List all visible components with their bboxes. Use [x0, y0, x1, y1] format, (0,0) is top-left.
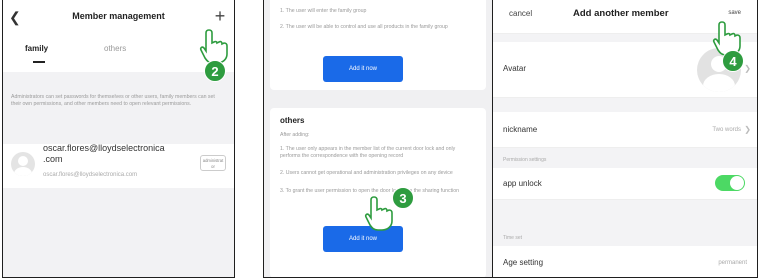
page-title: Member management: [72, 11, 165, 21]
empty-area: [3, 188, 234, 277]
age-setting-row[interactable]: Age setting permanent: [493, 246, 757, 277]
add-family-member-button[interactable]: Add it now: [323, 56, 403, 82]
age-setting-value: permanent: [718, 260, 747, 266]
avatar: [11, 152, 35, 176]
role-badge: administrat or: [200, 155, 226, 171]
active-tab-indicator: [33, 61, 45, 63]
step-badge: 4: [722, 50, 744, 72]
others-subtitle: After adding:: [280, 132, 310, 138]
hand-pointer-icon: [364, 196, 393, 231]
others-text-2: 2. Users cannot get operational and admi…: [280, 170, 453, 176]
step-badge: 3: [392, 187, 414, 209]
cancel-button[interactable]: cancel: [509, 9, 532, 18]
admin-note: Administrators can set passwords for the…: [3, 94, 234, 134]
age-setting-label: Age setting: [503, 258, 544, 267]
chevron-right-icon: ❯: [744, 64, 751, 73]
app-unlock-row: app unlock: [493, 168, 757, 200]
save-button[interactable]: save: [728, 10, 741, 16]
avatar-label: Avatar: [503, 64, 526, 73]
add-member-type-screen: 1. The user will enter the family group …: [263, 0, 493, 278]
nickname-row[interactable]: nickname Two words ❯: [493, 112, 757, 148]
page-title: Add another member: [573, 8, 669, 19]
others-card: others After adding: 1. The user only ap…: [270, 108, 486, 277]
hand-pointer-icon: [199, 29, 228, 64]
family-text-2: 2. The user will be able to control and …: [280, 24, 448, 30]
member-list-item[interactable]: oscar.flores@lloydselectronica .com osca…: [3, 143, 234, 188]
family-text-1: 1. The user will enter the family group: [280, 8, 367, 14]
app-unlock-label: app unlock: [503, 179, 542, 188]
app-unlock-toggle[interactable]: [715, 175, 745, 191]
divider: [3, 72, 234, 94]
member-name: oscar.flores@lloydselectronica .com: [43, 143, 165, 164]
others-text-1: 1. The user only appears in the member l…: [280, 146, 456, 159]
others-title: others: [280, 116, 305, 125]
time-section-header: Time set: [503, 235, 522, 241]
nickname-value: Two words: [712, 127, 741, 133]
family-card: 1. The user will enter the family group …: [270, 0, 486, 90]
member-email: oscar.flores@lloydselectronica.com: [43, 172, 138, 178]
add-member-plus-icon[interactable]: +: [212, 7, 228, 25]
nickname-label: nickname: [503, 125, 538, 134]
chevron-right-icon: ❯: [744, 125, 751, 134]
others-text-3: 3. To grant the user permission to open …: [280, 188, 459, 194]
permission-section-header: Permission settings: [503, 157, 547, 163]
tab-family[interactable]: family: [25, 44, 48, 53]
step-badge: 2: [204, 60, 226, 82]
tab-others[interactable]: others: [104, 44, 126, 53]
